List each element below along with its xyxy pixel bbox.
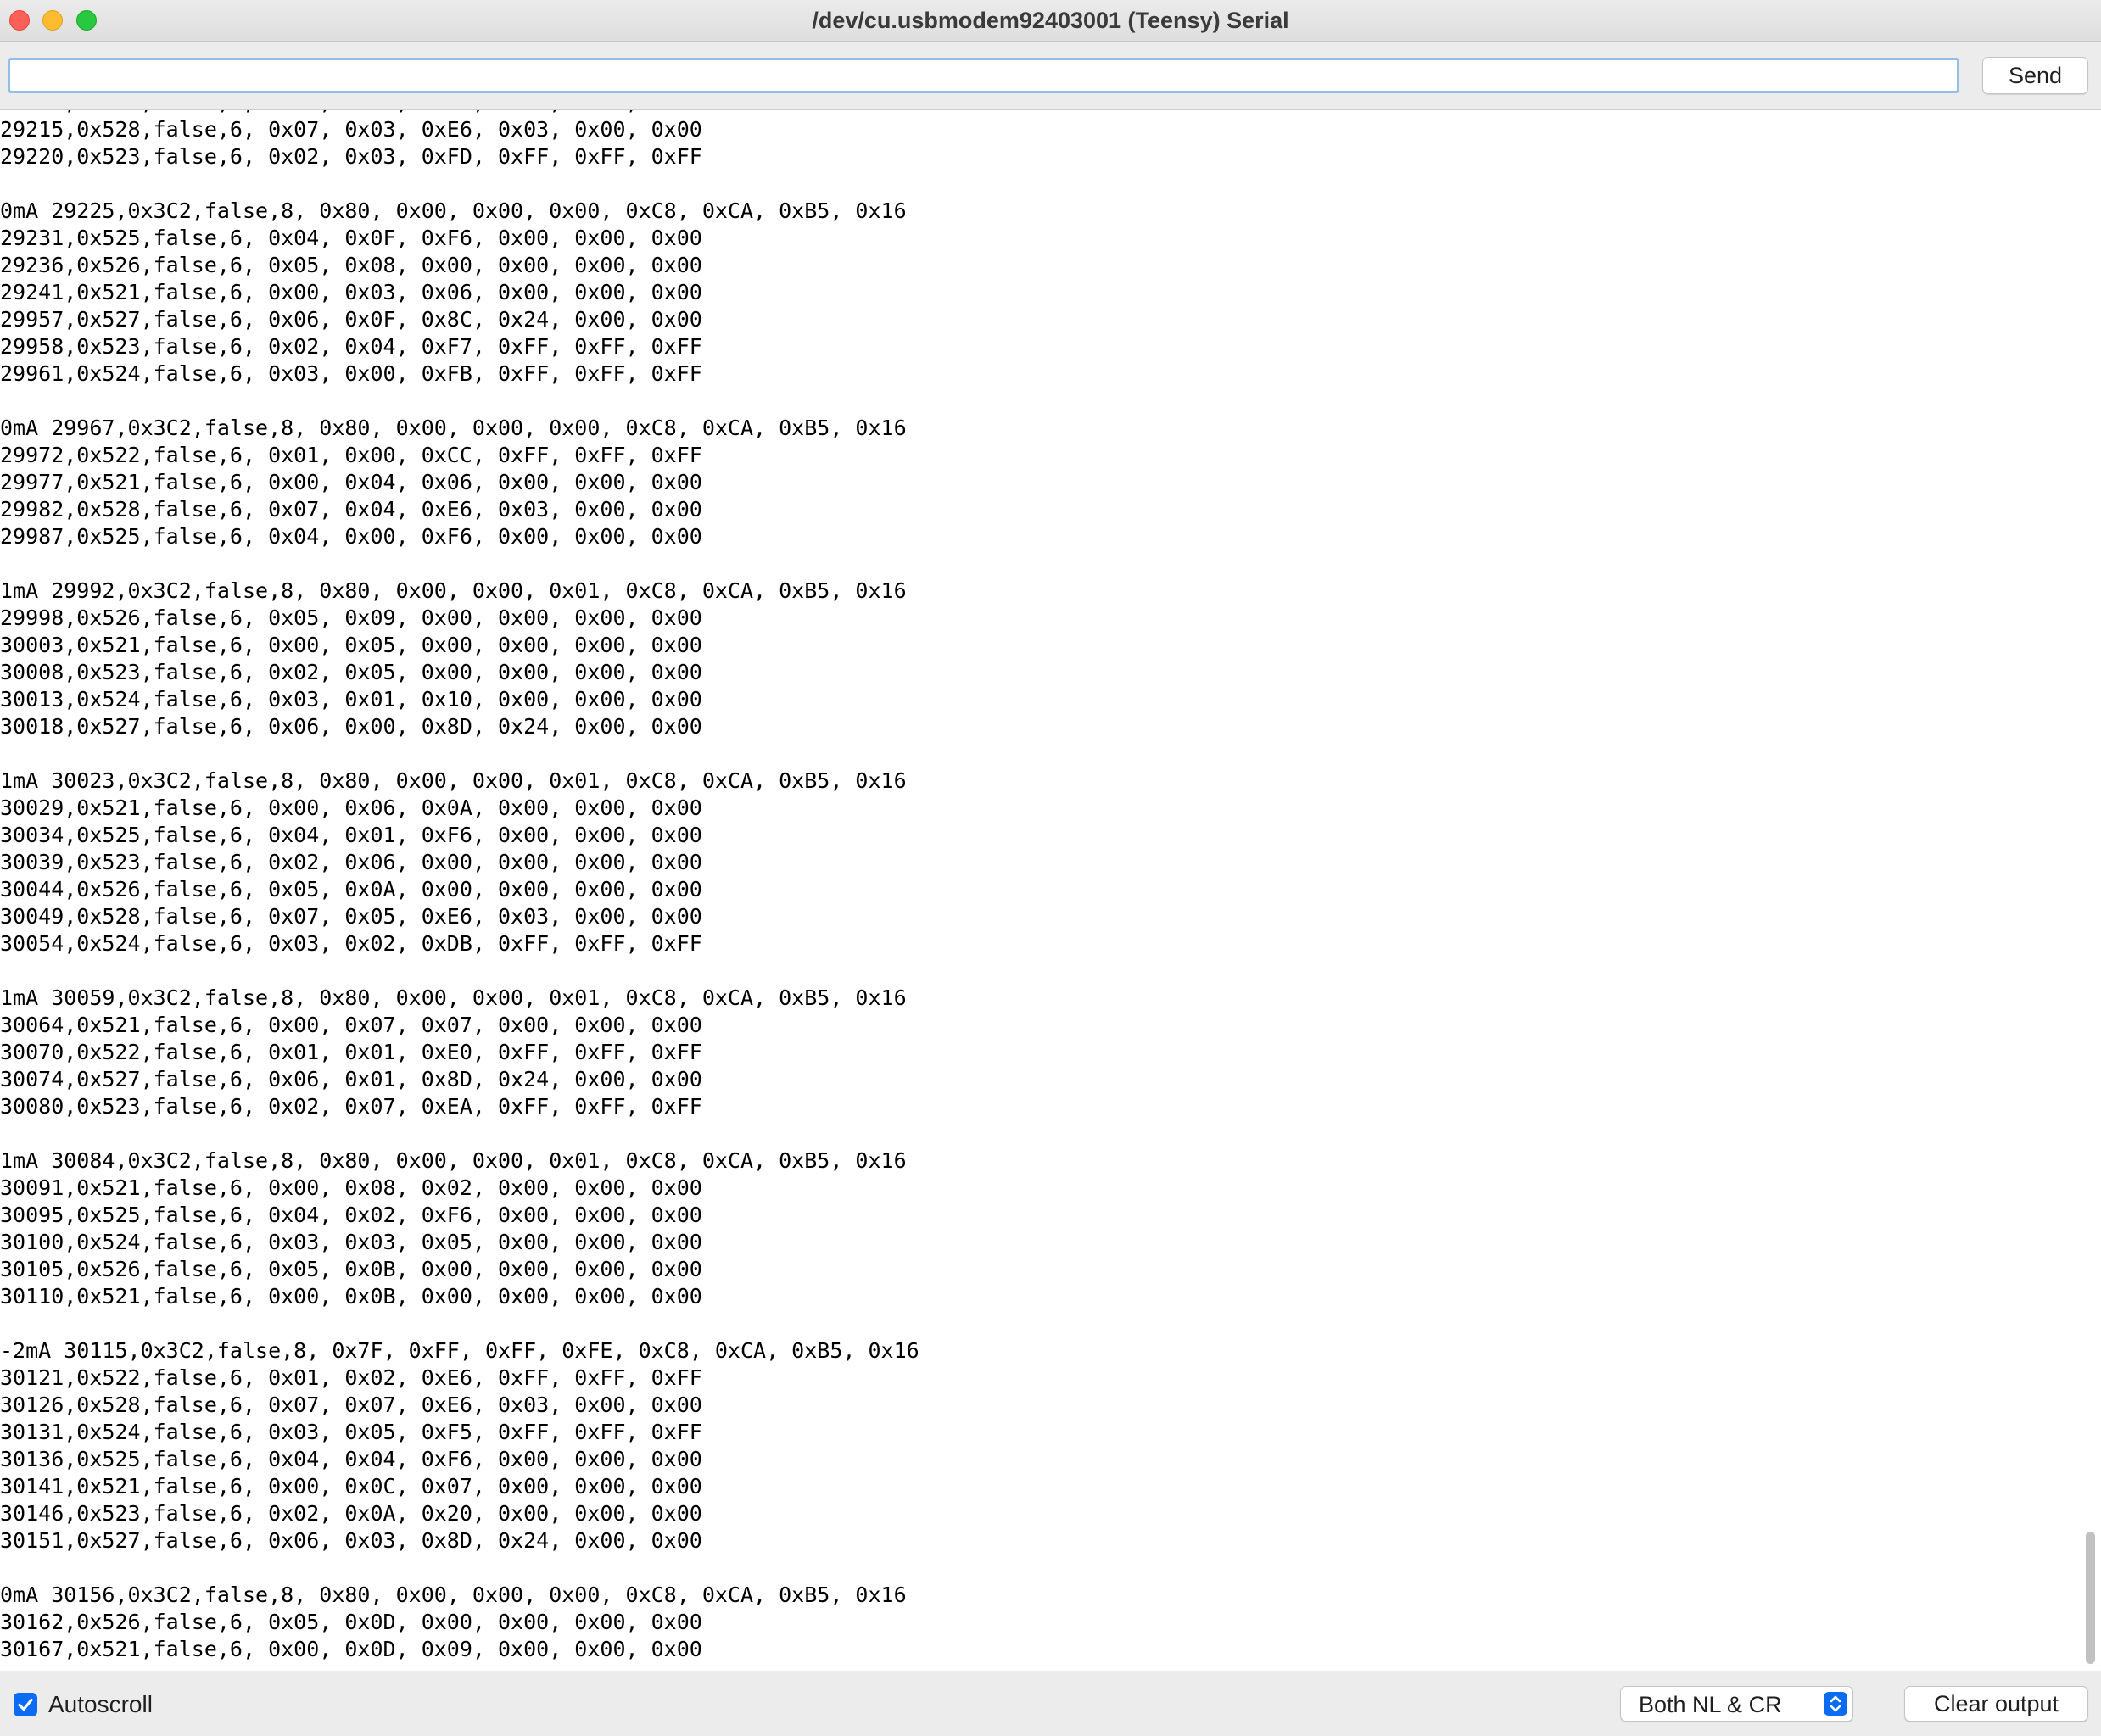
serial-monitor-window: /dev/cu.usbmodem92403001 (Teensy) Serial… [0, 0, 2101, 1736]
output-line: 30136,0x525,false,6, 0x04, 0x04, 0xF6, 0… [0, 1447, 702, 1471]
output-line: 0mA 29225,0x3C2,false,8, 0x80, 0x00, 0x0… [0, 198, 907, 223]
checkmark-icon [18, 1698, 33, 1711]
output-line: 0mA 30156,0x3C2,false,8, 0x80, 0x00, 0x0… [0, 1582, 907, 1607]
output-line: 29961,0x524,false,6, 0x03, 0x00, 0xFB, 0… [0, 361, 702, 386]
output-line: 30091,0x521,false,6, 0x00, 0x08, 0x02, 0… [0, 1175, 702, 1200]
output-line: 30044,0x526,false,6, 0x05, 0x0A, 0x00, 0… [0, 877, 702, 901]
output-line: -2mA 30115,0x3C2,false,8, 0x7F, 0xFF, 0x… [0, 1338, 919, 1363]
output-line: 30095,0x525,false,6, 0x04, 0x02, 0xF6, 0… [0, 1203, 702, 1227]
output-line: 30018,0x527,false,6, 0x06, 0x00, 0x8D, 0… [0, 714, 702, 739]
output-line: 1mA 30084,0x3C2,false,8, 0x80, 0x00, 0x0… [0, 1148, 907, 1173]
send-button[interactable]: Send [1982, 57, 2088, 94]
output-line: 30049,0x528,false,6, 0x07, 0x05, 0xE6, 0… [0, 904, 702, 929]
output-line: 29241,0x521,false,6, 0x00, 0x03, 0x06, 0… [0, 280, 702, 304]
output-line: 30151,0x527,false,6, 0x06, 0x03, 0x8D, 0… [0, 1528, 702, 1553]
output-line: 29998,0x526,false,6, 0x05, 0x09, 0x00, 0… [0, 606, 702, 630]
autoscroll-label: Autoscroll [48, 1691, 153, 1717]
output-line: 30162,0x526,false,6, 0x05, 0x0D, 0x00, 0… [0, 1610, 702, 1634]
output-line: 30013,0x524,false,6, 0x03, 0x01, 0x10, 0… [0, 687, 702, 712]
scrollbar-thumb[interactable] [2086, 1532, 2095, 1664]
output-line: 30131,0x524,false,6, 0x03, 0x05, 0xF5, 0… [0, 1420, 702, 1444]
output-line: 30034,0x525,false,6, 0x04, 0x01, 0xF6, 0… [0, 823, 702, 847]
scrollbar[interactable] [2080, 110, 2101, 1671]
output-line: 29977,0x521,false,6, 0x00, 0x04, 0x06, 0… [0, 470, 702, 494]
output-line: 30110,0x521,false,6, 0x00, 0x0B, 0x00, 0… [0, 1284, 702, 1309]
output-line: 1mA 30023,0x3C2,false,8, 0x80, 0x00, 0x0… [0, 768, 907, 793]
bottom-bar: Autoscroll Both NL & CR Clear output [0, 1671, 2101, 1736]
output-lines: 29210,0x524,false,6, 0x03, 0x0F, 0xFB, 0… [0, 110, 919, 1663]
output-line: 29215,0x528,false,6, 0x07, 0x03, 0xE6, 0… [0, 117, 702, 142]
clear-output-button[interactable]: Clear output [1904, 1686, 2088, 1722]
serial-input[interactable] [8, 58, 1959, 93]
output-line: 30126,0x528,false,6, 0x07, 0x07, 0xE6, 0… [0, 1393, 702, 1417]
output-line: 29236,0x526,false,6, 0x05, 0x08, 0x00, 0… [0, 253, 702, 277]
output-line: 30064,0x521,false,6, 0x00, 0x07, 0x07, 0… [0, 1013, 702, 1037]
output-line: 30105,0x526,false,6, 0x05, 0x0B, 0x00, 0… [0, 1257, 702, 1281]
output-line: 1mA 29992,0x3C2,false,8, 0x80, 0x00, 0x0… [0, 578, 907, 603]
output-line: 30070,0x522,false,6, 0x01, 0x01, 0xE0, 0… [0, 1040, 702, 1064]
output-line: 29987,0x525,false,6, 0x04, 0x00, 0xF6, 0… [0, 524, 702, 549]
input-row: Send [0, 42, 2101, 109]
output-line: 29957,0x527,false,6, 0x06, 0x0F, 0x8C, 0… [0, 307, 702, 332]
output-line: 29972,0x522,false,6, 0x01, 0x00, 0xCC, 0… [0, 443, 702, 467]
output-line: 29220,0x523,false,6, 0x02, 0x03, 0xFD, 0… [0, 144, 702, 169]
output-line: 30167,0x521,false,6, 0x00, 0x0D, 0x09, 0… [0, 1637, 702, 1661]
output-line: 30080,0x523,false,6, 0x02, 0x07, 0xEA, 0… [0, 1094, 702, 1119]
output-line: 29982,0x528,false,6, 0x07, 0x04, 0xE6, 0… [0, 497, 702, 522]
window-title: /dev/cu.usbmodem92403001 (Teensy) Serial [812, 8, 1289, 33]
output-line: 30141,0x521,false,6, 0x00, 0x0C, 0x07, 0… [0, 1474, 702, 1499]
line-ending-value: Both NL & CR [1639, 1692, 1782, 1717]
output-line: 29210,0x524,false,6, 0x03, 0x0F, 0xFB, 0… [0, 110, 919, 116]
output-line: 30003,0x521,false,6, 0x00, 0x05, 0x00, 0… [0, 633, 702, 657]
output-line: 30039,0x523,false,6, 0x02, 0x06, 0x00, 0… [0, 850, 702, 874]
output-line: 0mA 29967,0x3C2,false,8, 0x80, 0x00, 0x0… [0, 416, 907, 440]
autoscroll-checkbox[interactable] [14, 1693, 37, 1716]
title-bar: /dev/cu.usbmodem92403001 (Teensy) Serial [0, 0, 2101, 42]
output-line: 30054,0x524,false,6, 0x03, 0x02, 0xDB, 0… [0, 931, 702, 956]
output-line: 30146,0x523,false,6, 0x02, 0x0A, 0x20, 0… [0, 1501, 702, 1526]
output-line: 30008,0x523,false,6, 0x02, 0x05, 0x00, 0… [0, 660, 702, 684]
output-line: 30074,0x527,false,6, 0x06, 0x01, 0x8D, 0… [0, 1067, 702, 1091]
output-line: 1mA 30059,0x3C2,false,8, 0x80, 0x00, 0x0… [0, 985, 907, 1010]
serial-output[interactable]: 29210,0x524,false,6, 0x03, 0x0F, 0xFB, 0… [0, 109, 2101, 1672]
output-line: 30029,0x521,false,6, 0x00, 0x06, 0x0A, 0… [0, 795, 702, 820]
output-line: 30121,0x522,false,6, 0x01, 0x02, 0xE6, 0… [0, 1365, 702, 1390]
output-line: 29958,0x523,false,6, 0x02, 0x04, 0xF7, 0… [0, 334, 702, 359]
line-ending-select[interactable]: Both NL & CR [1620, 1686, 1853, 1722]
output-line: 30100,0x524,false,6, 0x03, 0x03, 0x05, 0… [0, 1230, 702, 1254]
output-line: 29231,0x525,false,6, 0x04, 0x0F, 0xF6, 0… [0, 226, 702, 250]
chevron-up-down-icon [1824, 1692, 1847, 1716]
